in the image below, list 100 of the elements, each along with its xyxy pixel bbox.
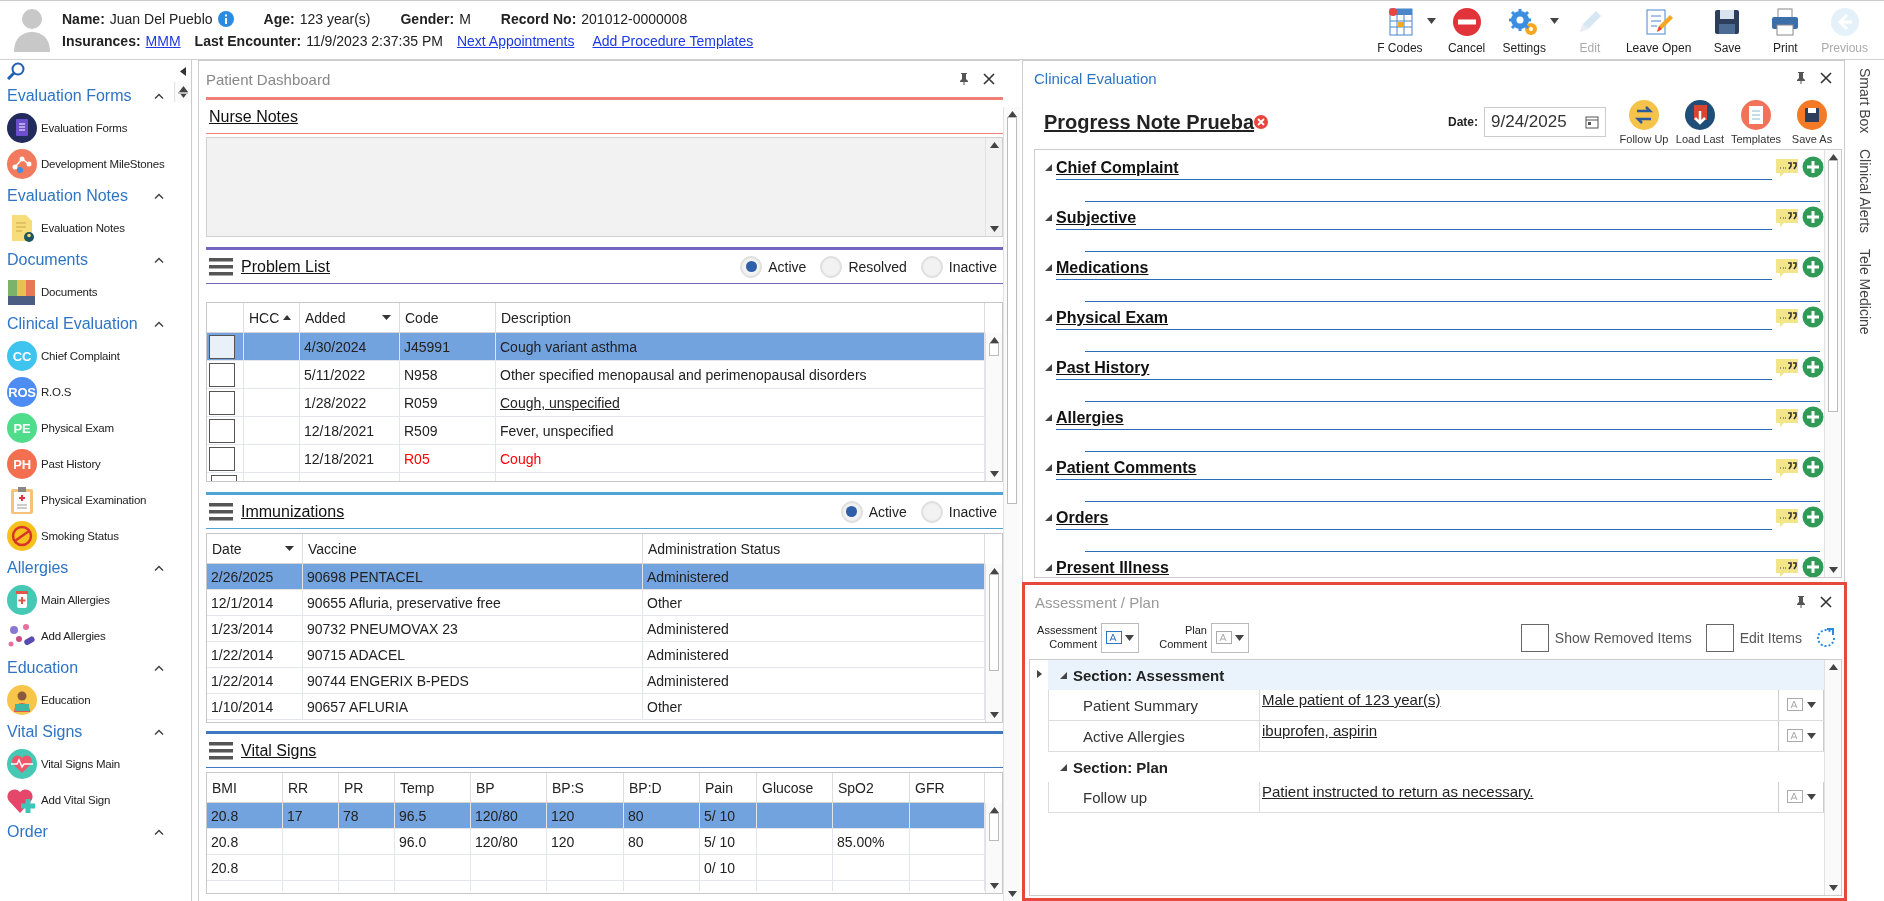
table-row[interactable]: 1/23/2014 90732 PNEUMOVAX 23 Administered (207, 616, 985, 642)
expanded-icon[interactable] (1060, 763, 1067, 771)
comment-dropdown[interactable] (1778, 721, 1824, 751)
section-title[interactable]: Orders (1056, 509, 1109, 527)
side-tab[interactable]: Clinical Alerts (1856, 149, 1873, 234)
column-header[interactable]: BP:S (547, 773, 624, 802)
radio-button[interactable]: Active (840, 500, 907, 523)
table-row[interactable]: 20.8 96.0 120/80 120 80 5/ 10 85.00% (207, 829, 985, 855)
nav-item[interactable]: Vital Signs Main (7, 746, 174, 782)
expanded-icon[interactable] (1045, 413, 1052, 421)
comment-icon[interactable] (1776, 207, 1798, 227)
scroll-thumb[interactable] (178, 92, 188, 94)
checkbox[interactable]: Show Removed Items (1520, 624, 1692, 652)
table-row[interactable]: 1/22/2014 90744 ENGERIX B-PEDS Administered (207, 668, 985, 694)
expanded-icon[interactable] (1060, 671, 1067, 679)
column-header[interactable]: SpO2 (833, 773, 910, 802)
pin-icon[interactable] (1796, 72, 1806, 84)
group-header[interactable]: Section: Plan (1048, 752, 1824, 782)
comment-icon[interactable] (1776, 457, 1798, 477)
table-row[interactable]: 1/10/2014 90657 AFLURIA Other (207, 694, 985, 720)
section-heading[interactable]: Vital Signs (7, 723, 83, 741)
toolbar-button[interactable]: Save (1699, 3, 1756, 57)
table-link[interactable]: Cough, unspecified (500, 394, 620, 411)
close-icon[interactable] (1820, 72, 1832, 84)
table-row[interactable]: 1/28/2022 R059 Cough, unspecified (207, 389, 985, 417)
nav-item[interactable]: Physical Examination (7, 482, 174, 518)
comment-icon[interactable] (1776, 407, 1798, 427)
nav-item[interactable]: ROS R.O.S (7, 374, 174, 410)
chevron-up-icon[interactable] (154, 829, 164, 835)
action-button[interactable]: Follow Up (1616, 99, 1672, 145)
column-header[interactable]: Temp (395, 773, 471, 802)
sort-down-icon[interactable] (285, 546, 294, 551)
table-row[interactable]: 12/1/2014 90655 Afluria, preservative free Other (207, 590, 985, 616)
comment-icon[interactable] (1776, 157, 1798, 177)
chevron-up-icon[interactable] (154, 729, 164, 735)
sort-up-icon[interactable] (283, 315, 292, 320)
nav-item[interactable]: Add Allergies (7, 618, 174, 654)
expanded-icon[interactable] (1045, 313, 1052, 321)
column-header[interactable]: BMI (207, 773, 283, 802)
expanded-icon[interactable] (1045, 363, 1052, 371)
section-heading[interactable]: Evaluation Forms (7, 87, 132, 105)
column-header[interactable]: Description (496, 303, 985, 332)
column-header[interactable]: Pain (700, 773, 757, 802)
toolbar-button[interactable]: Cancel (1438, 3, 1495, 57)
section-title[interactable]: Vital Signs (241, 741, 317, 760)
side-tab[interactable]: Tele Medicine (1856, 249, 1873, 335)
comment-dropdown[interactable] (1778, 690, 1824, 720)
checkbox[interactable] (209, 390, 235, 415)
checkbox[interactable] (209, 334, 235, 359)
section-heading[interactable]: Documents (7, 251, 88, 269)
sort-down-icon[interactable] (382, 315, 391, 320)
scrollbar[interactable] (174, 82, 191, 102)
column-header[interactable]: Code (400, 303, 496, 332)
table-row[interactable]: 12/18/2021 R05 Cough (207, 445, 985, 473)
section-heading[interactable]: Clinical Evaluation (7, 315, 138, 333)
column-header[interactable]: PR (339, 773, 395, 802)
comment-icon[interactable] (1776, 307, 1798, 327)
nav-item[interactable]: Evaluation Forms (7, 110, 174, 146)
nav-item[interactable]: Evaluation Notes (7, 210, 174, 246)
section-title[interactable]: Present Illness (1056, 559, 1169, 577)
date-field[interactable]: 9/24/2025 (1484, 107, 1606, 137)
toolbar-button[interactable]: F Codes (1371, 3, 1437, 57)
scrollbar[interactable] (1003, 107, 1020, 901)
checkbox[interactable] (209, 418, 235, 443)
section-heading[interactable]: Order (7, 823, 48, 841)
nav-item[interactable]: Smoking Status (7, 518, 174, 554)
section-title[interactable]: Past History (1056, 359, 1150, 377)
toolbar-button[interactable]: Settings (1496, 3, 1560, 57)
menu-icon[interactable] (209, 501, 233, 522)
table-row[interactable]: 1/22/2014 90715 ADACEL Administered (207, 642, 985, 668)
action-button[interactable]: Save As (1784, 99, 1840, 145)
chevron-up-icon[interactable] (154, 93, 164, 99)
menu-icon[interactable] (209, 256, 233, 277)
section-title[interactable]: Allergies (1056, 409, 1124, 427)
checkbox[interactable]: Edit Items (1705, 624, 1802, 652)
close-icon[interactable] (983, 73, 995, 85)
action-button[interactable]: Templates (1728, 99, 1784, 145)
scroll-thumb[interactable] (989, 813, 999, 841)
section-heading[interactable]: Allergies (7, 559, 69, 577)
nav-item[interactable]: PH Past History (7, 446, 174, 482)
action-button[interactable]: Load Last (1672, 99, 1728, 145)
expanded-icon[interactable] (1045, 463, 1052, 471)
radio-button[interactable]: Active (740, 255, 807, 278)
table-row[interactable]: 5/11/2022 N958 Other specified menopausal and perimenopausal disorders (207, 361, 985, 389)
column-header[interactable]: BP:D (624, 773, 700, 802)
nav-item[interactable]: Add Vital Sign (7, 782, 174, 818)
nav-item[interactable]: PE Physical Exam (7, 410, 174, 446)
collapse-icon[interactable] (179, 66, 186, 76)
insurance-link[interactable]: MMM (145, 33, 181, 49)
section-heading[interactable]: Evaluation Notes (7, 187, 128, 205)
scrollbar[interactable] (985, 138, 1002, 236)
comment-icon[interactable] (1776, 257, 1798, 277)
column-header[interactable]: Vaccine (303, 534, 643, 563)
chevron-up-icon[interactable] (154, 321, 164, 327)
scroll-thumb[interactable] (989, 343, 999, 356)
chevron-up-icon[interactable] (154, 565, 164, 571)
nav-item[interactable]: CC Chief Complaint (7, 338, 174, 374)
expanded-icon[interactable] (1045, 213, 1052, 221)
section-title[interactable]: Problem List (241, 257, 330, 276)
table-row[interactable]: 4/30/2024 J45991 Cough variant asthma (207, 333, 985, 361)
